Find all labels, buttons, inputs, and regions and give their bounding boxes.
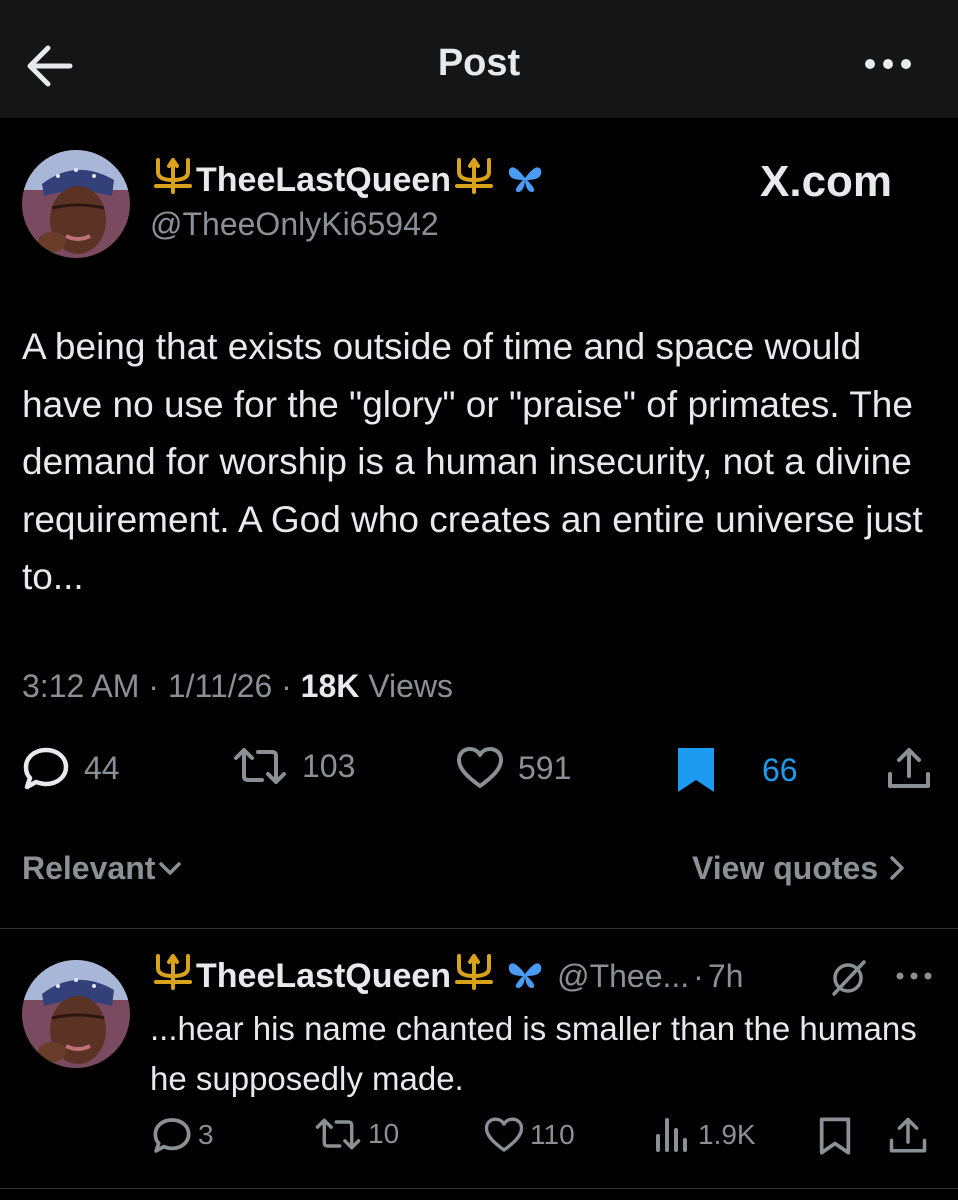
sort-label: Relevant xyxy=(22,850,156,886)
divider xyxy=(0,1188,958,1189)
post-meta: 3:12 AM · 1/11/26 · 18K Views xyxy=(22,668,454,704)
reply-display-name: TheeLastQueen xyxy=(196,957,452,995)
reply-share-button[interactable] xyxy=(888,1116,928,1156)
view-quotes-label: View quotes xyxy=(692,850,879,886)
divider xyxy=(0,928,958,929)
reply-count: 44 xyxy=(84,750,120,786)
reply-repost-count: 10 xyxy=(368,1118,400,1149)
grok-button[interactable] xyxy=(826,958,870,1003)
trident-icon xyxy=(451,950,497,1003)
like-count: 591 xyxy=(518,750,572,786)
butterfly-icon xyxy=(507,958,543,995)
bookmark-button[interactable]: 66 xyxy=(676,746,798,794)
post-time: 3:12 AM xyxy=(22,668,140,704)
like-button[interactable]: 591 xyxy=(456,746,571,790)
grok-icon xyxy=(832,960,866,996)
more-icon xyxy=(896,972,932,980)
reply-more-button[interactable] xyxy=(892,962,936,995)
reply-time: 7h xyxy=(707,958,744,994)
display-name: TheeLastQueen xyxy=(196,161,452,199)
more-icon xyxy=(865,59,911,69)
brand-watermark: X.com xyxy=(760,157,893,206)
more-button[interactable] xyxy=(858,46,918,82)
share-icon xyxy=(888,748,930,788)
reply-icon xyxy=(153,1118,191,1153)
retweet-icon xyxy=(234,748,286,784)
retweet-icon xyxy=(315,1118,361,1150)
avatar[interactable] xyxy=(22,150,130,258)
bookmark-icon xyxy=(678,748,714,792)
view-quotes-link[interactable]: View quotes xyxy=(692,848,912,888)
post-text: A being that exists outside of time and … xyxy=(22,326,923,597)
views-icon xyxy=(656,1118,687,1152)
reply-icon xyxy=(23,747,69,790)
trident-icon xyxy=(150,950,196,1003)
reply-avatar[interactable] xyxy=(22,960,130,1068)
top-bar: Post xyxy=(0,0,958,118)
repost-count: 103 xyxy=(302,748,356,784)
trident-icon xyxy=(451,154,497,207)
author-handle[interactable]: @TheeOnlyKi65942 xyxy=(150,204,439,244)
reply-bookmark-button[interactable] xyxy=(818,1116,852,1156)
chevron-down-icon xyxy=(159,862,182,875)
reply-views-count: 1.9K xyxy=(698,1119,756,1150)
reply-reply-button[interactable]: 3 xyxy=(152,1116,214,1154)
post-date: 1/11/26 xyxy=(167,668,273,704)
trident-icon xyxy=(150,154,196,207)
reply-handle: @Thee... xyxy=(557,958,690,994)
page-title: Post xyxy=(437,42,521,84)
reply-like-count: 110 xyxy=(530,1119,575,1150)
reply-button[interactable]: 44 xyxy=(22,746,120,790)
reply-views-button[interactable]: 1.9K xyxy=(652,1116,756,1154)
bookmark-count: 66 xyxy=(762,752,798,788)
views-count: 18K xyxy=(300,668,360,704)
reply-text: ...hear his name chanted is smaller than… xyxy=(150,1010,917,1097)
heart-icon xyxy=(457,747,503,788)
sort-relevant-dropdown[interactable]: Relevant xyxy=(22,848,185,888)
reply-like-button[interactable]: 110 xyxy=(484,1116,575,1154)
views-label: Views xyxy=(368,668,454,704)
bookmark-icon xyxy=(819,1117,851,1155)
share-icon xyxy=(889,1117,927,1153)
repost-button[interactable]: 103 xyxy=(232,746,355,786)
chevron-right-icon xyxy=(890,856,904,880)
share-button[interactable] xyxy=(886,746,932,792)
author-name-row[interactable]: TheeLastQueen xyxy=(150,157,543,202)
reply-reply-count: 3 xyxy=(198,1119,214,1150)
butterfly-icon xyxy=(507,162,543,199)
reply-author-row[interactable]: TheeLastQueen @Thee... · 7h xyxy=(150,953,744,998)
reply-repost-button[interactable]: 10 xyxy=(314,1116,399,1152)
heart-icon xyxy=(484,1117,524,1152)
